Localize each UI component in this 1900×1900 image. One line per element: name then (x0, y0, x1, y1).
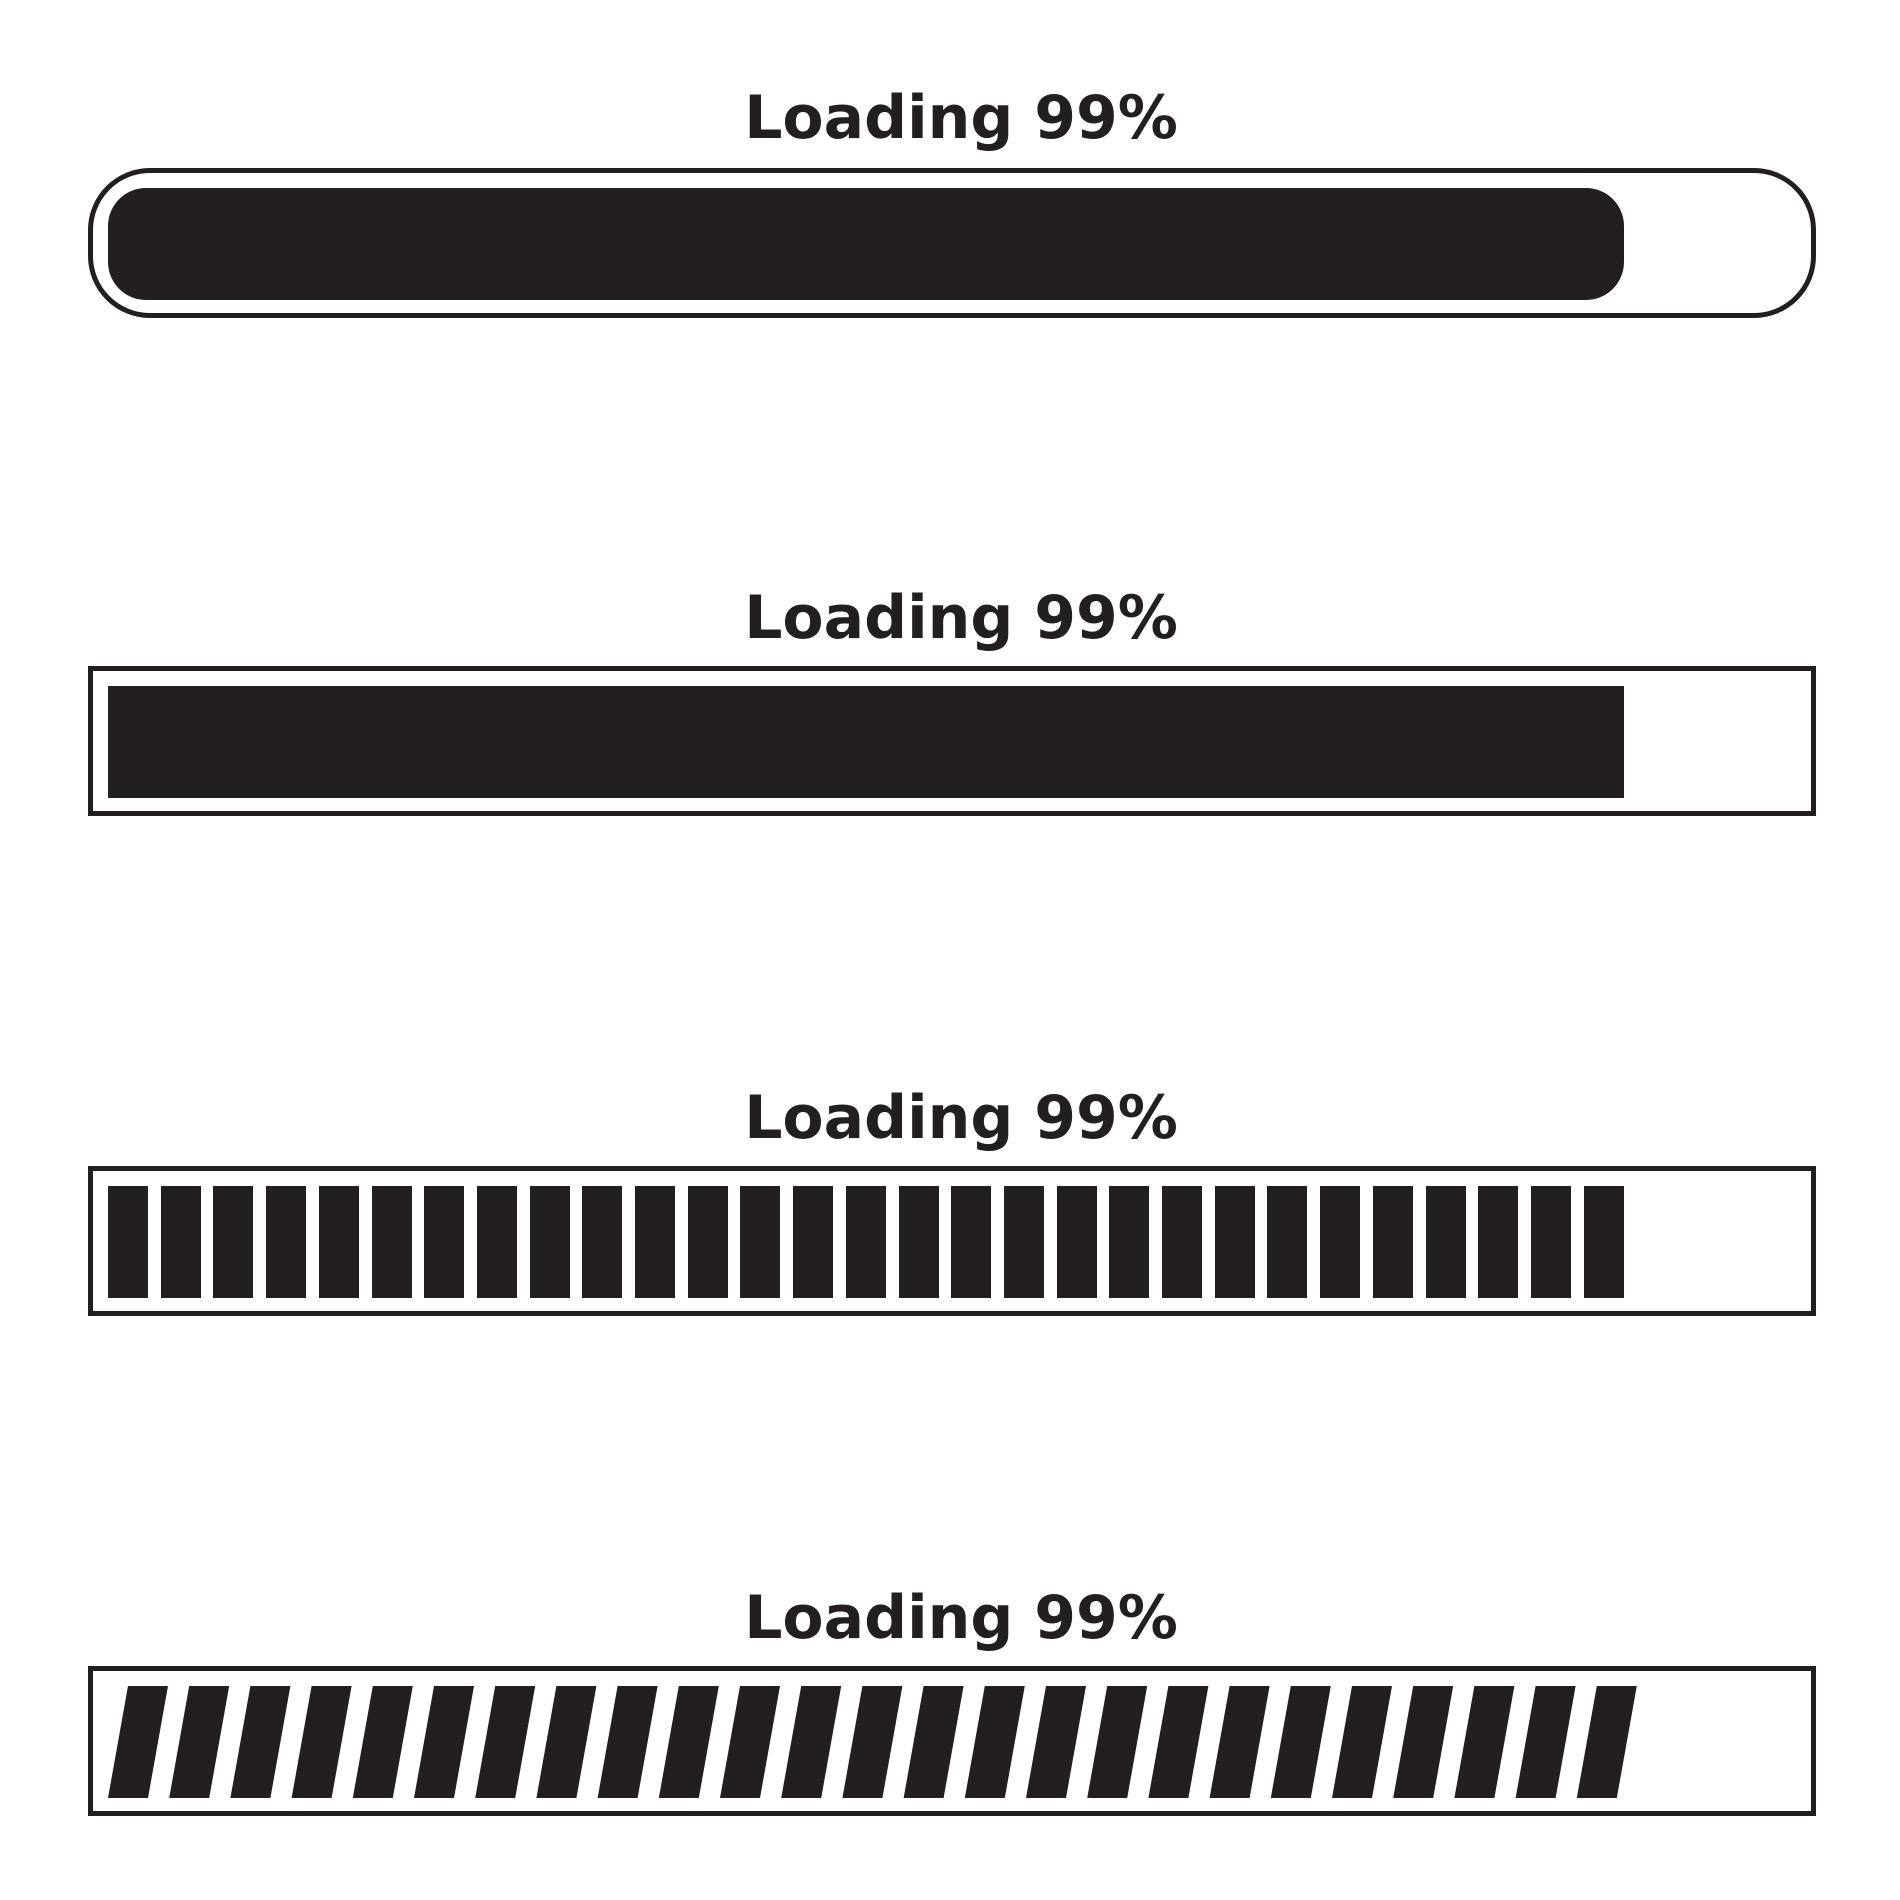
loader-4-segment (1087, 1686, 1148, 1798)
loader-2-progress-bar (88, 666, 1816, 816)
loader-4-segment (1270, 1686, 1331, 1798)
loader-3-segment (319, 1186, 359, 1298)
loader-3-segment (213, 1186, 253, 1298)
loader-3-segment (793, 1186, 833, 1298)
loader-4-segment (536, 1686, 597, 1798)
loader-4-segment (414, 1686, 474, 1798)
loader-3-segment (1478, 1186, 1518, 1298)
loader-3-segment (530, 1186, 570, 1298)
loader-3-segment (635, 1186, 675, 1298)
loader-4-segment (1332, 1686, 1392, 1798)
loader-4-segment (903, 1686, 964, 1798)
loader-3-segment (688, 1186, 728, 1298)
loader-4-segment (1454, 1686, 1515, 1798)
loader-3-segment (424, 1186, 464, 1298)
loader-4-segment (1515, 1686, 1576, 1798)
loader-3-segment (1531, 1186, 1571, 1298)
loader-3-segment (1267, 1186, 1307, 1298)
loader-3-segment (1162, 1186, 1202, 1298)
loader-3-segment (846, 1186, 886, 1298)
loader-3-segment (266, 1186, 306, 1298)
loader-3-segment (899, 1186, 939, 1298)
loader-4-segment (1026, 1686, 1086, 1798)
loader-3-segment (740, 1186, 780, 1298)
loader-3-segment (108, 1186, 148, 1298)
loader-4-segment (842, 1686, 903, 1798)
loader-4-segment (597, 1686, 658, 1798)
loader-3-segment (372, 1186, 412, 1298)
loader-4-label: Loading 99% (744, 1583, 1178, 1653)
loader-3-progress-bar (88, 1166, 1816, 1316)
loader-4-segment (230, 1686, 291, 1798)
loader-4-segment (1209, 1686, 1270, 1798)
loader-3-segment (582, 1186, 622, 1298)
loader-4-segment (1393, 1686, 1454, 1798)
loader-3-segment (1320, 1186, 1360, 1298)
loader-4-segment (108, 1686, 168, 1798)
loader-3-segment (1109, 1186, 1149, 1298)
loader-2-label: Loading 99% (744, 583, 1178, 653)
loader-3-segments (108, 1186, 1796, 1298)
loader-4-segment (475, 1686, 536, 1798)
loader-4-segment (1576, 1686, 1637, 1798)
loader-3-segment (477, 1186, 517, 1298)
loader-3-segment (1373, 1186, 1413, 1298)
loader-4-segment (291, 1686, 352, 1798)
loader-1-progress-fill (108, 188, 1624, 300)
loader-4-segments (108, 1686, 1637, 1798)
loader-3-segment (161, 1186, 201, 1298)
loader-3-segment (951, 1186, 991, 1298)
loader-3-segment (1215, 1186, 1255, 1298)
loader-4-segment (352, 1686, 413, 1798)
loader-1-progress-bar (88, 168, 1816, 318)
loader-3-segment (1426, 1186, 1466, 1298)
loader-4-segment (964, 1686, 1025, 1798)
loader-3-segment (1584, 1186, 1624, 1298)
loader-4-progress-bar (88, 1666, 1816, 1816)
loader-4-segment (781, 1686, 842, 1798)
loader-3-segment (1057, 1186, 1097, 1298)
loader-4-segment (169, 1686, 230, 1798)
loader-4-segment (720, 1686, 780, 1798)
loader-4-segment (1148, 1686, 1209, 1798)
loader-4-segment (658, 1686, 719, 1798)
loader-2-progress-fill (108, 686, 1624, 798)
loader-1-label: Loading 99% (744, 83, 1178, 153)
loader-3-segment (1004, 1186, 1044, 1298)
loader-3-label: Loading 99% (744, 1083, 1178, 1153)
